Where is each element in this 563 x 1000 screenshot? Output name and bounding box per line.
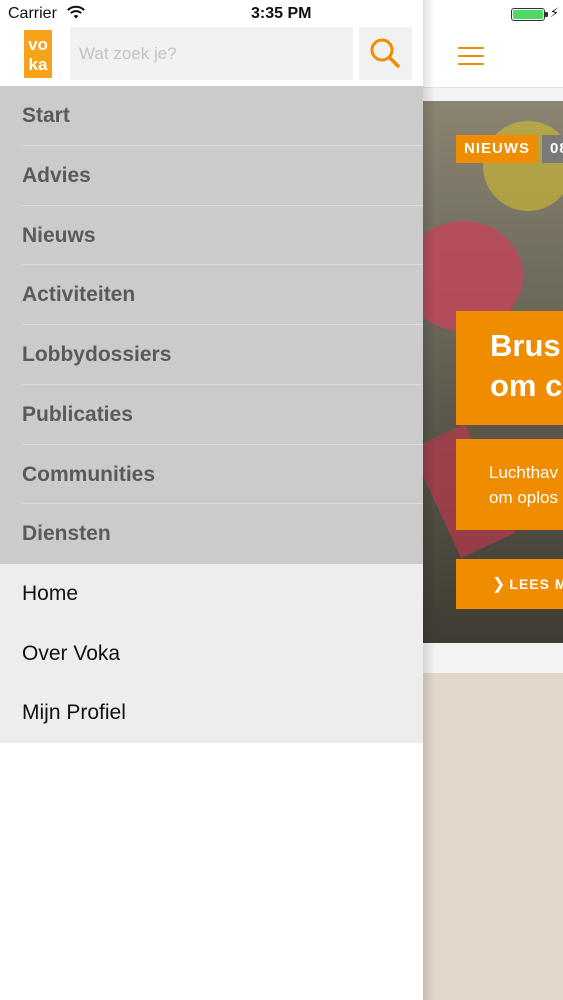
hero-teaser-line: om oplos bbox=[489, 488, 558, 507]
drawer-shadow bbox=[423, 0, 435, 1000]
battery-icon bbox=[511, 8, 545, 21]
news-badge: NIEUWS bbox=[456, 135, 538, 163]
hero-teaser-line: Luchthav bbox=[489, 463, 558, 482]
menu-item-diensten[interactable]: Diensten bbox=[0, 504, 423, 564]
primary-menu: Start Advies Nieuws Activiteiten Lobbydo… bbox=[0, 86, 423, 564]
hamburger-menu-icon[interactable] bbox=[458, 47, 484, 67]
menu-item-over-voka[interactable]: Over Voka bbox=[0, 624, 423, 684]
menu-item-advies[interactable]: Advies bbox=[0, 146, 423, 206]
menu-item-activiteiten[interactable]: Activiteiten bbox=[0, 265, 423, 325]
hero-headline-line: om c bbox=[490, 368, 563, 403]
status-bar: Carrier 3:35 PM bbox=[0, 0, 423, 28]
svg-text:vo: vo bbox=[28, 35, 48, 54]
voka-logo[interactable]: vo ka bbox=[24, 30, 52, 78]
menu-item-communities[interactable]: Communities bbox=[0, 445, 423, 505]
date-badge: 08 bbox=[542, 135, 563, 163]
svg-text:ka: ka bbox=[29, 55, 48, 74]
menu-item-start[interactable]: Start bbox=[0, 86, 423, 146]
read-more-label: LEES M bbox=[509, 576, 563, 592]
read-more-button[interactable]: ❯ LEES M bbox=[456, 559, 563, 609]
carrier-label: Carrier bbox=[8, 5, 57, 22]
menu-item-home[interactable]: Home bbox=[0, 564, 423, 624]
charging-bolt-icon: ⚡ bbox=[550, 5, 560, 20]
menu-item-nieuws[interactable]: Nieuws bbox=[0, 206, 423, 266]
menu-item-mijn-profiel[interactable]: Mijn Profiel bbox=[0, 683, 423, 743]
search-button[interactable] bbox=[359, 27, 412, 80]
hero-teaser: Luchthav om oplos bbox=[456, 439, 563, 530]
hero-headline[interactable]: Brus om c bbox=[456, 311, 563, 425]
menu-item-publicaties[interactable]: Publicaties bbox=[0, 385, 423, 445]
side-drawer: Carrier 3:35 PM vo ka Start Advies Nieuw… bbox=[0, 0, 423, 1000]
search-icon bbox=[370, 38, 400, 68]
battery-tip bbox=[545, 12, 548, 17]
content-section bbox=[423, 673, 563, 1000]
clock: 3:35 PM bbox=[251, 5, 312, 22]
chevron-right-icon: ❯ bbox=[492, 576, 507, 593]
main-content: ⚡ NIEUWS 08 Brus om c Luchthav om oplos … bbox=[423, 0, 563, 1000]
hero-headline-line: Brus bbox=[490, 328, 561, 363]
wifi-icon bbox=[67, 5, 85, 19]
search-input[interactable] bbox=[70, 27, 353, 80]
main-status-bar: ⚡ bbox=[423, 0, 563, 28]
menu-item-lobbydossiers[interactable]: Lobbydossiers bbox=[0, 325, 423, 385]
main-header bbox=[423, 28, 563, 88]
secondary-menu: Home Over Voka Mijn Profiel bbox=[0, 564, 423, 743]
